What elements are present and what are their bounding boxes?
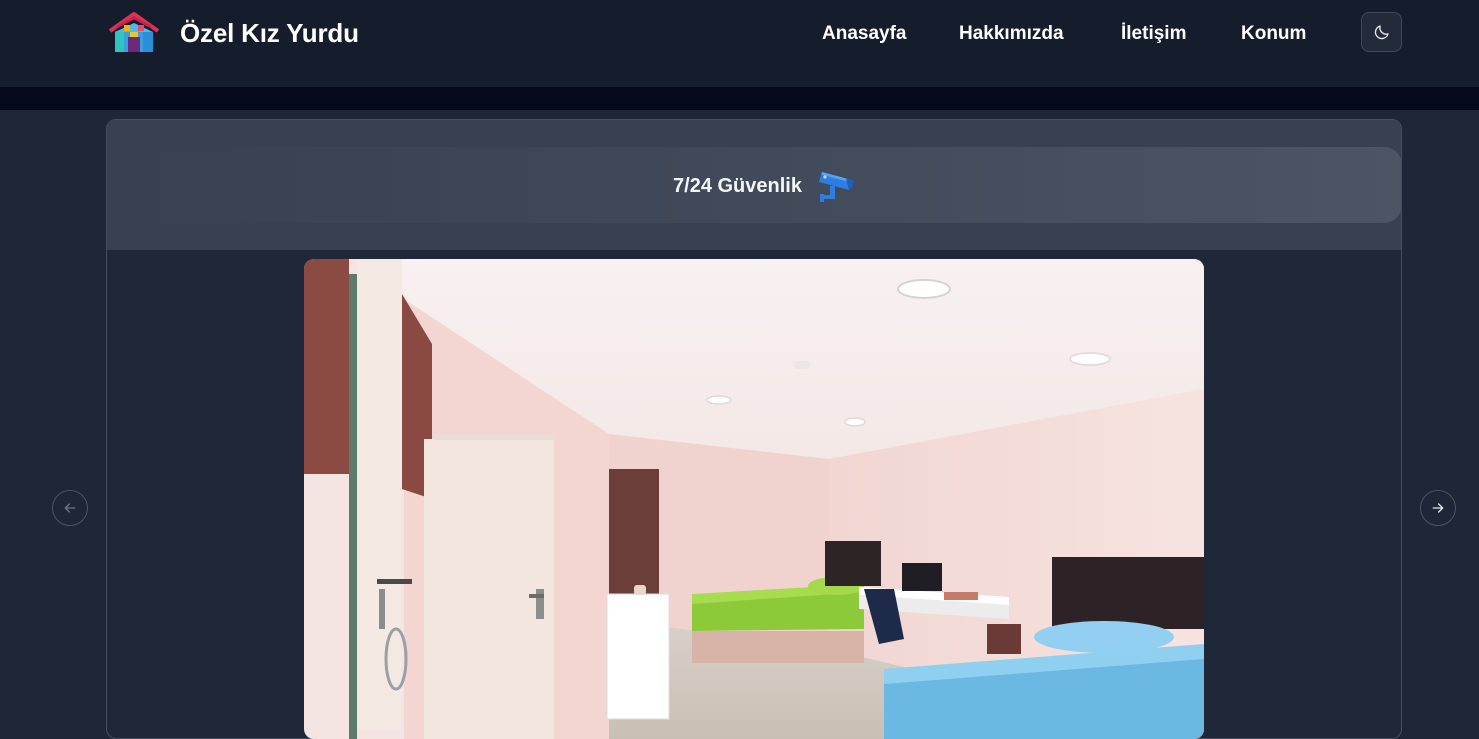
dorm-room-illustration <box>304 259 1204 739</box>
nav-item-location[interactable]: Konum <box>1241 20 1306 48</box>
nav-item-about[interactable]: Hakkımızda <box>959 20 1064 48</box>
nav-item-contact[interactable]: İletişim <box>1121 20 1186 48</box>
feature-title-bar: 7/24 Güvenlik <box>127 147 1401 223</box>
nav-item-home[interactable]: Anasayfa <box>822 20 907 48</box>
carousel-prev-button[interactable] <box>52 490 88 526</box>
dorm-room-photo <box>304 259 1204 739</box>
theme-toggle-button[interactable] <box>1361 12 1402 52</box>
security-camera-icon <box>818 172 854 202</box>
arrow-left-icon <box>64 503 76 513</box>
main-nav: Anasayfa Hakkımızda İletişim Konum <box>0 20 1479 48</box>
navbar: Özel Kız Yurdu Anasayfa Hakkımızda İleti… <box>0 0 1479 87</box>
carousel-next-button[interactable] <box>1420 490 1456 526</box>
navbar-divider <box>0 87 1479 110</box>
arrow-right-icon <box>1432 503 1444 513</box>
feature-label: 7/24 Güvenlik <box>673 174 802 197</box>
slide-header: 7/24 Güvenlik <box>107 120 1401 250</box>
moon-icon <box>1374 25 1389 40</box>
